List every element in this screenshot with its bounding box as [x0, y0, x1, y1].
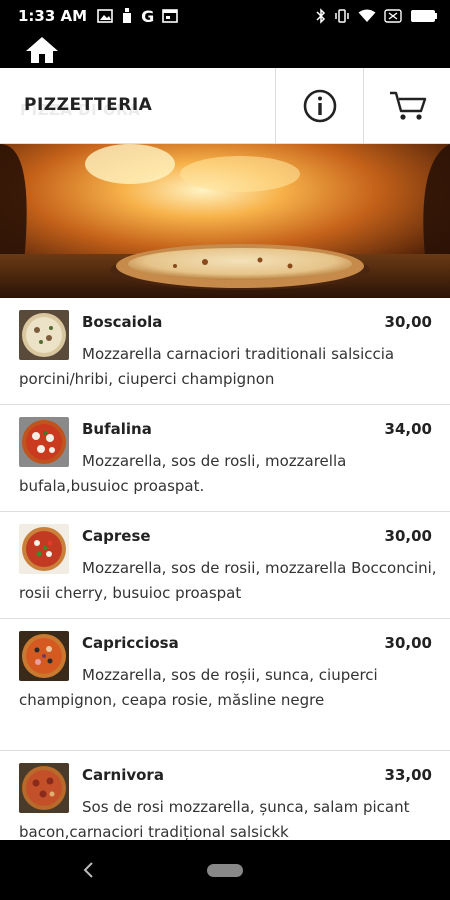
system-nav-bar [0, 840, 450, 900]
list-item[interactable]: Bufalina 34,00 Mozzarella, sos de rosli,… [0, 405, 450, 512]
item-description: Sos de rosi mozzarella, șunca, salam pic… [19, 798, 410, 840]
info-button[interactable] [275, 68, 363, 144]
cart-button[interactable] [363, 68, 450, 144]
item-description: Mozzarella, sos de rosli, mozzarella buf… [19, 452, 347, 495]
page-title: PIZZETTERIA [24, 95, 153, 115]
home-icon [26, 37, 58, 63]
status-right-icons [316, 8, 438, 24]
notification-icon [121, 8, 133, 24]
item-name: Caprese [82, 527, 151, 545]
battery-icon [410, 9, 438, 23]
item-price: 30,00 [384, 527, 432, 545]
item-description: Mozzarella, sos de roșii, sunca, ciuperc… [19, 666, 378, 709]
image-icon [97, 9, 113, 23]
bluetooth-icon [316, 8, 326, 24]
list-item[interactable]: Carnivora 33,00 Sos de rosi mozzarella, … [0, 751, 450, 840]
back-arrow-icon [83, 862, 93, 878]
item-price: 33,00 [384, 766, 432, 784]
item-name: Boscaiola [82, 313, 163, 331]
cart-icon [389, 91, 426, 120]
item-name: Bufalina [82, 420, 152, 438]
status-time: 1:33 AM [18, 7, 88, 25]
hero-pizza-oven-image [0, 144, 450, 298]
google-icon: G [141, 6, 155, 26]
list-item[interactable]: Caprese 30,00 Mozzarella, sos de rosii, … [0, 512, 450, 619]
app-top-bar [0, 32, 450, 68]
info-icon [303, 89, 336, 123]
calendar-icon [162, 9, 179, 23]
item-description: Mozzarella carnaciori traditionali salsi… [19, 345, 395, 388]
status-left-icons: G [97, 6, 179, 26]
item-price: 34,00 [384, 420, 432, 438]
item-price: 30,00 [384, 313, 432, 331]
list-item[interactable]: Capricciosa 30,00 Mozzarella, sos de roș… [0, 619, 450, 751]
home-button[interactable] [24, 35, 64, 65]
signal-icon [384, 9, 402, 23]
item-description: Mozzarella, sos de rosii, mozzarella Boc… [19, 559, 437, 602]
menu-list: Boscaiola 30,00 Mozzarella carnaciori tr… [0, 298, 450, 840]
item-name: Carnivora [82, 766, 164, 784]
header: PIZZA DI ORA PIZZETTERIA [0, 68, 450, 144]
vibrate-icon [334, 9, 350, 23]
item-name: Capricciosa [82, 634, 179, 652]
wifi-icon [358, 9, 376, 23]
home-pill-button[interactable] [207, 864, 243, 877]
status-bar: 1:33 AM G [0, 0, 450, 32]
item-price: 30,00 [384, 634, 432, 652]
list-item[interactable]: Boscaiola 30,00 Mozzarella carnaciori tr… [0, 298, 450, 405]
back-button[interactable] [78, 856, 98, 884]
